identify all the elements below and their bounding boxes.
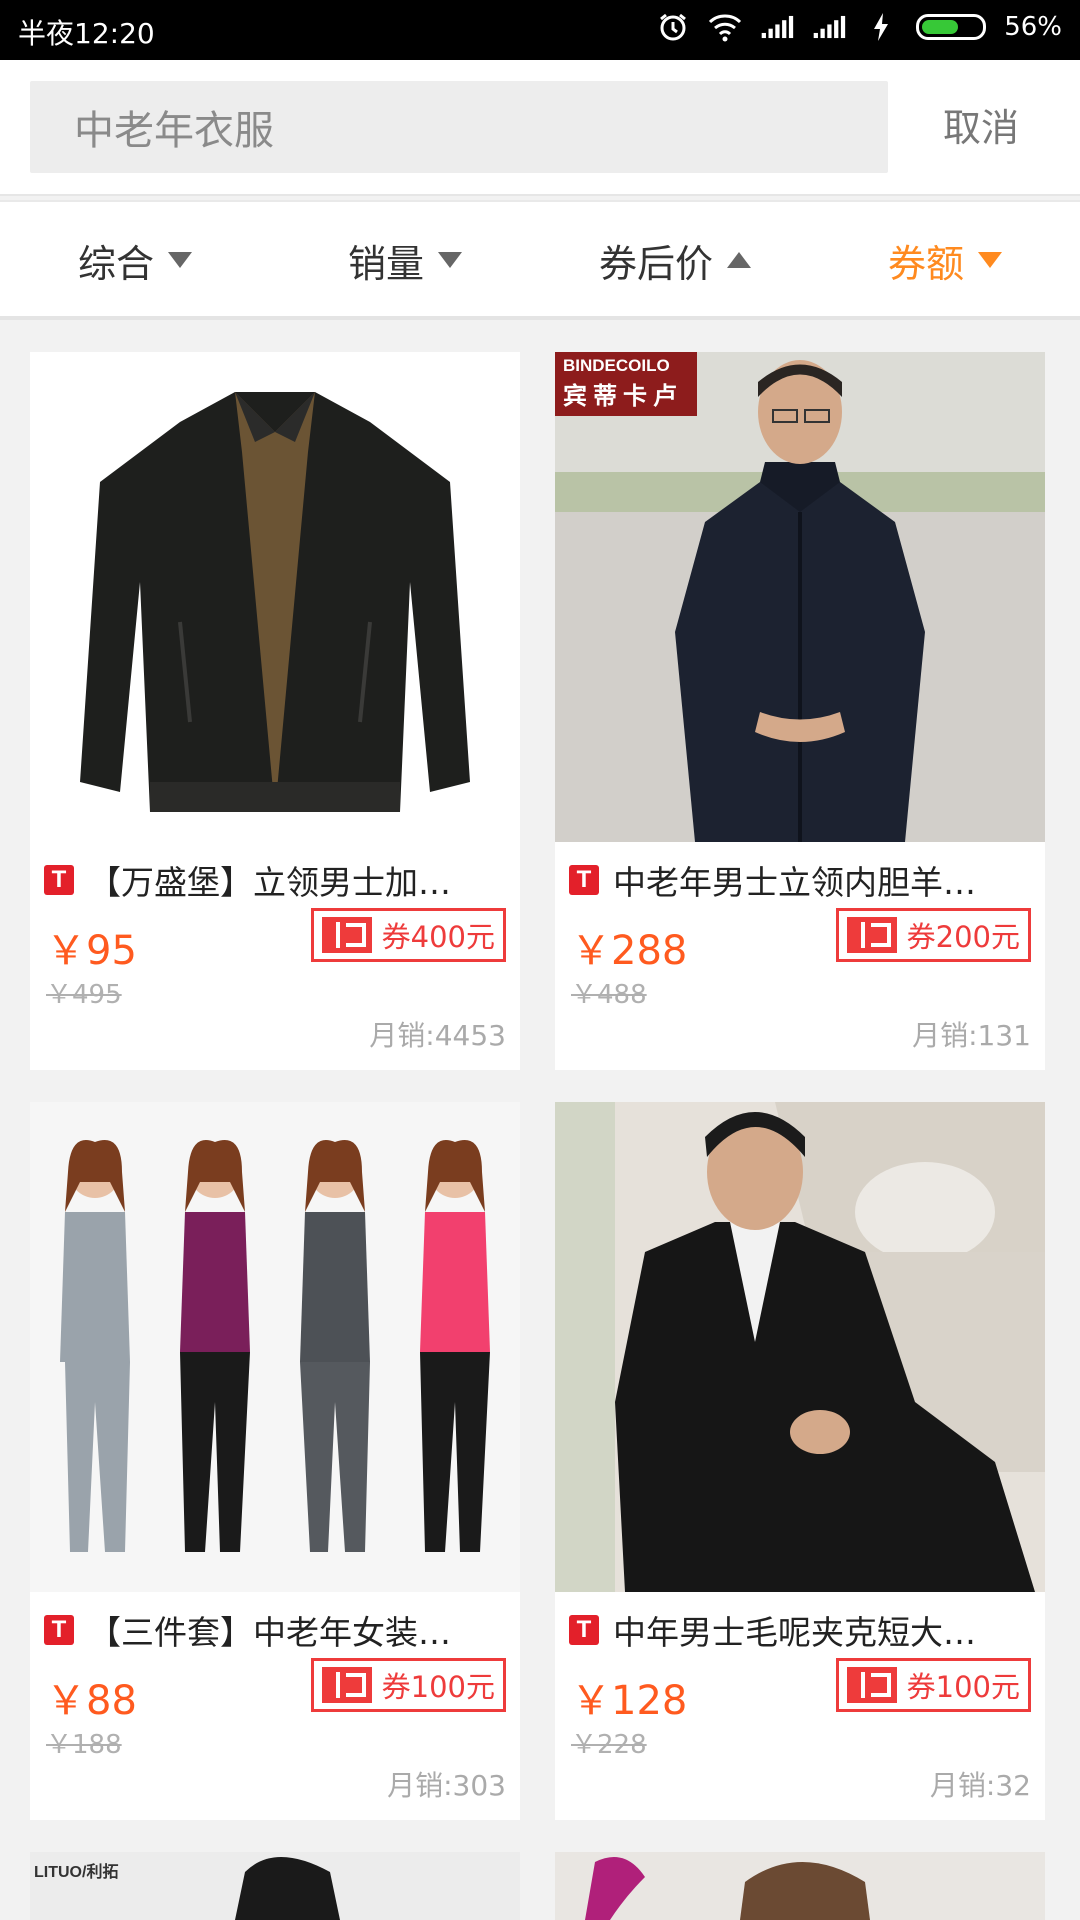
coupon-amount: 券100元 [906,1670,1020,1704]
product-original-price: ￥495 [46,980,122,1010]
triangle-down-icon [978,252,1002,268]
product-title: 【三件套】中老年女装… [88,1613,451,1652]
coupon-icon [321,1667,372,1703]
product-card[interactable]: BINDECOILO 宾蒂卡卢 T 中老年男士立领内胆羊… ￥288 ￥488 … [555,352,1045,1070]
product-image-wool-coat: BINDECOILO 宾蒂卡卢 [555,352,1045,842]
product-title: 【万盛堡】立领男士加… [88,863,451,902]
tmall-icon: T [44,1615,74,1645]
charging-icon [864,10,898,44]
product-original-price: ￥488 [571,980,647,1010]
status-time: 半夜12:20 [18,17,155,50]
product-image-man-on-sofa [555,1102,1045,1592]
wifi-icon [708,10,742,44]
brand-logo: BINDECOILO 宾蒂卡卢 [555,352,697,416]
coupon-amount: 券100元 [381,1670,495,1704]
coupon-amount: 券400元 [381,920,495,954]
product-price: ￥128 [571,1678,688,1724]
coupon-badge[interactable]: 券400元 [310,908,506,962]
product-card[interactable]: T 【万盛堡】立领男士加… ￥95 ￥495 券400元 月销:4453 [30,352,520,1070]
tmall-icon: T [569,865,599,895]
product-image-leather-jacket [30,352,520,842]
triangle-down-icon [438,252,462,268]
tmall-icon: T [44,865,74,895]
search-input[interactable]: 中老年衣服 [30,81,888,173]
monthly-sales: 月销:303 [387,1769,506,1802]
cancel-button[interactable]: 取消 [918,101,1044,155]
battery-percent: 56% [1004,12,1062,42]
product-price: ￥288 [571,928,688,974]
coupon-icon [846,1667,897,1703]
status-bar: 半夜12:20 56% [0,0,1080,60]
brand-name-cn: 宾蒂卡卢 [563,383,683,410]
sort-label: 券额 [887,241,964,286]
product-title: 中老年男士立领内胆羊… [613,863,976,902]
product-card-partial[interactable] [555,1852,1045,1920]
brand-name-en: BINDECOILO [563,356,670,375]
product-card[interactable]: T 【三件套】中老年女装… ￥88 ￥188 券100元 月销:303 [30,1102,520,1820]
product-card[interactable]: T 中年男士毛呢夹克短大… ￥128 ￥228 券100元 月销:32 [555,1102,1045,1820]
product-title-row: T 中年男士毛呢夹克短大… [569,1602,1031,1658]
coupon-amount: 券200元 [906,920,1020,954]
product-price: ￥95 [46,928,137,974]
coupon-badge[interactable]: 券100元 [835,1658,1031,1712]
battery-icon [916,14,987,40]
sort-label: 销量 [347,241,424,286]
sort-coupon-amount[interactable]: 券额 [810,202,1080,318]
triangle-up-icon [727,252,751,268]
signal-icon-2 [812,10,846,44]
sort-comprehensive[interactable]: 综合 [0,202,270,318]
product-title-row: T 中老年男士立领内胆羊… [569,852,1031,908]
search-header: 中老年衣服 取消 [0,60,1080,196]
brand-logo-lituo: LITUO/利拓 [34,1864,119,1881]
product-price: ￥88 [46,1678,137,1724]
status-icons: 56% [656,10,1062,44]
coupon-badge[interactable]: 券100元 [310,1658,506,1712]
coupon-badge[interactable]: 券200元 [835,908,1031,962]
product-title: 中年男士毛呢夹克短大… [613,1613,976,1652]
sort-sales[interactable]: 销量 [270,202,540,318]
coupon-icon [846,917,897,953]
sort-label: 券后价 [598,241,713,286]
triangle-down-icon [168,252,192,268]
product-image-tracksuits [30,1102,520,1592]
tmall-icon: T [569,1615,599,1645]
sort-bar: 综合 销量 券后价 券额 [0,200,1080,320]
monthly-sales: 月销:4453 [369,1019,506,1052]
alarm-icon [656,10,690,44]
product-image-partial [555,1852,1045,1920]
signal-icon-1 [760,10,794,44]
product-title-row: T 【万盛堡】立领男士加… [44,852,506,908]
coupon-icon [321,917,372,953]
monthly-sales: 月销:131 [912,1019,1031,1052]
product-original-price: ￥188 [46,1730,122,1760]
product-title-row: T 【三件套】中老年女装… [44,1602,506,1658]
product-original-price: ￥228 [571,1730,647,1760]
sort-price-after-coupon[interactable]: 券后价 [540,202,810,318]
monthly-sales: 月销:32 [929,1769,1031,1802]
sort-label: 综合 [77,241,154,286]
product-card-partial[interactable]: LITUO/利拓 [30,1852,520,1920]
